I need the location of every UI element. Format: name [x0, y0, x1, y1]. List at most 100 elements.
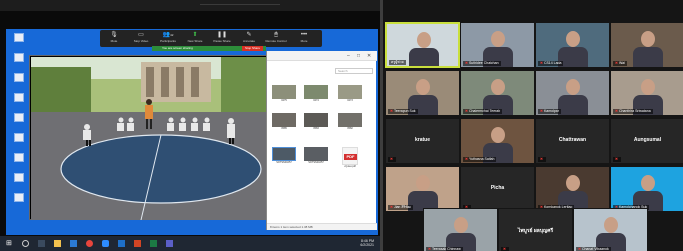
muted-mic-icon: ✖	[465, 157, 468, 161]
participants-label: Participants	[160, 39, 176, 43]
pdf-label: PDF	[344, 154, 357, 160]
muted-mic-icon: ✖	[390, 205, 393, 209]
participant-tile[interactable]: ✖Chanat Vibaanok	[573, 208, 648, 251]
video-thumbnail[interactable]: SOTSN01057	[271, 147, 297, 171]
participant-tile[interactable]: ✖Kamolpar	[535, 70, 610, 116]
participant-tile[interactable]: Chattrawan ✖	[535, 118, 610, 164]
participant-tile[interactable]: ✖CS14 Lada	[535, 22, 610, 68]
participant-tile[interactable]: ✖Wai	[610, 22, 683, 68]
thumbnail-image	[338, 113, 362, 127]
participant-name: Chattrawan	[558, 137, 587, 143]
mute-button[interactable]: 🎙 Mute	[102, 32, 126, 46]
annotate-button[interactable]: ✎ Annotate	[237, 32, 261, 46]
desktop-icon[interactable]	[11, 73, 27, 82]
explorer-status-bar: 8 items 1 item selected 1.38 MB	[267, 223, 377, 230]
minimize-icon[interactable]: –	[347, 53, 350, 59]
thumbnail-caption: 0275	[281, 99, 287, 102]
participant-name: Wai	[618, 61, 625, 65]
participant-tile[interactable]: Aungsumal ✖	[610, 118, 683, 164]
participant-tile[interactable]: ไพบูรย์ ผลบุญศรี ✖	[498, 208, 573, 251]
maximize-icon[interactable]: □	[357, 53, 360, 59]
windows-start-icon[interactable]: ⊞	[6, 239, 13, 247]
participant-name: Picha	[490, 185, 505, 191]
task-view-icon[interactable]	[38, 240, 45, 247]
participant-name: Jian สิริพัฒ	[393, 205, 411, 209]
pause-share-label: Pause Share	[213, 39, 231, 43]
video-thumbnail[interactable]: SOTSN01057	[303, 147, 329, 171]
desktop-icon[interactable]	[11, 113, 27, 122]
participant-tile[interactable]: ✖Chalermchai Teerab	[460, 70, 535, 116]
file-explorer-icon[interactable]	[54, 240, 61, 247]
participant-head	[641, 79, 655, 95]
schoolyard-photo	[31, 57, 268, 220]
participant-tile[interactable]: Picha ✖	[460, 166, 535, 212]
file-explorer-window[interactable]: – □ ✕ Search 0275 0274 0273 0585 0583 05…	[266, 51, 377, 230]
stop-video-button[interactable]: ▭ Stop Video	[129, 32, 153, 46]
desktop-icon[interactable]	[11, 193, 27, 202]
search-icon[interactable]	[22, 240, 29, 247]
photo-viewer-window[interactable]	[29, 55, 268, 220]
file-thumbnail[interactable]: 0582	[337, 113, 363, 137]
participant-tile[interactable]: ✖Suthidee Chaichan	[460, 22, 535, 68]
file-thumbnail[interactable]: 0274	[303, 85, 329, 109]
powerpoint-icon[interactable]	[134, 240, 141, 247]
desktop-icon[interactable]	[11, 173, 27, 182]
muted-mic-icon: ✖	[465, 61, 468, 65]
muted-mic-icon: ✖	[390, 157, 393, 161]
participant-tile[interactable]: kratue ✖	[385, 118, 460, 164]
chrome-icon[interactable]	[86, 240, 93, 247]
thumbnail-image	[272, 85, 296, 99]
participant-tile[interactable]: ✖Kamolchanok Suk	[610, 166, 683, 212]
participant-tile[interactable]: ✖Teerasak Chinnaw	[423, 208, 498, 251]
desktop-icon[interactable]	[11, 153, 27, 162]
file-icon	[14, 173, 24, 182]
remote-control-icon: 🖱	[274, 32, 278, 38]
new-share-button[interactable]: ⬆ New Share	[183, 32, 207, 46]
participant-tile[interactable]: ✖Jian สิริพัฒ	[385, 166, 460, 212]
thumbnail-image	[272, 147, 296, 161]
file-thumbnail[interactable]: 0583	[303, 113, 329, 137]
file-icon	[14, 133, 24, 142]
stop-share-button[interactable]: Stop Share	[241, 46, 263, 51]
desktop-icon[interactable]	[11, 93, 27, 102]
participants-button[interactable]: 👥42 Participants	[156, 32, 180, 46]
participant-head	[417, 32, 431, 48]
participant-head	[454, 217, 468, 233]
file-thumbnail[interactable]: 0585	[271, 113, 297, 137]
thumbnail-caption: 0273	[347, 99, 353, 102]
desktop-icon[interactable]	[11, 53, 27, 62]
explorer-search-input[interactable]: Search	[335, 68, 373, 74]
participant-name: Teerapun Suk	[393, 109, 416, 113]
desktop-icon[interactable]	[11, 133, 27, 142]
muted-mic-icon: ✖	[615, 157, 618, 161]
excel-icon[interactable]	[150, 240, 157, 247]
word-icon[interactable]	[118, 240, 125, 247]
participant-status-label: ✖	[613, 157, 621, 162]
participant-body	[633, 47, 663, 67]
more-button[interactable]: ••• More	[292, 32, 316, 46]
zoom-app-icon[interactable]	[102, 240, 109, 247]
taskbar-clock[interactable]: 8:46 PM 6/2/2021	[360, 239, 374, 247]
participant-tile[interactable]: ✖Yuthasna Saifah	[460, 118, 535, 164]
file-thumbnail[interactable]: 0273	[337, 85, 363, 109]
participant-tile[interactable]: ✖Teerapun Suk	[385, 70, 460, 116]
participant-name: Aungsumal	[633, 137, 662, 143]
participant-name: Chanat Vibaanok	[581, 247, 609, 251]
pause-share-button[interactable]: ❚❚ Pause Share	[210, 32, 234, 46]
edge-icon[interactable]	[70, 240, 77, 247]
pdf-file[interactable]: PDF สรุปผล.pdf	[337, 147, 363, 171]
participant-tile[interactable]: ✖Chanthira Sriwatana	[610, 70, 683, 116]
participant-status-label: ✖	[538, 157, 546, 162]
participant-name-label: ✖CS14 Lada	[538, 61, 564, 66]
file-thumbnail[interactable]: 0275	[271, 85, 297, 109]
annotate-label: Annotate	[242, 39, 255, 43]
participant-video	[574, 209, 647, 251]
photos-icon[interactable]	[166, 240, 173, 247]
participant-tile[interactable]: ครูผู้ช่วย	[385, 22, 460, 68]
more-icon: •••	[300, 32, 308, 38]
remote-control-button[interactable]: 🖱 Remote Control	[264, 32, 288, 46]
participant-name: Suthidee Chaichan	[468, 61, 499, 65]
close-icon[interactable]: ✕	[367, 53, 371, 59]
participant-tile[interactable]: ✖Kornkanok Lertlao	[535, 166, 610, 212]
desktop-icon[interactable]	[11, 33, 27, 42]
